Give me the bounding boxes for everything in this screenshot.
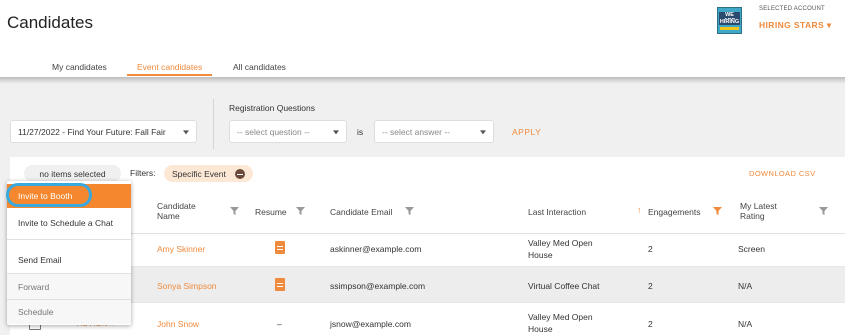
answer-select-placeholder: -- select answer --	[382, 126, 451, 137]
candidate-email: jsnow@example.com	[330, 319, 411, 329]
logo-bar	[720, 27, 739, 30]
engagements-count: 2	[648, 319, 653, 329]
last-interaction-line2: House	[528, 324, 553, 334]
column-header-last-interaction[interactable]: Last Interaction	[528, 207, 586, 217]
tab-my-candidates[interactable]: My candidates	[52, 62, 107, 72]
engagements-count: 2	[648, 281, 653, 291]
chevron-down-icon	[333, 129, 339, 134]
question-select-placeholder: -- select question --	[237, 126, 310, 137]
column-header-resume[interactable]: Resume	[255, 207, 287, 217]
column-header-engagements[interactable]: Engagements	[648, 207, 700, 217]
last-interaction-line1: Valley Med Open	[528, 312, 593, 322]
is-label: is	[357, 127, 364, 137]
candidate-email: askinner@example.com	[330, 244, 422, 254]
column-header-name-line2: Name	[157, 211, 180, 221]
row-divider	[10, 266, 845, 267]
menu-item-schedule[interactable]: Schedule	[7, 300, 131, 324]
resume-document-icon[interactable]	[275, 241, 285, 254]
selection-chip: no items selected	[24, 165, 121, 182]
resume-document-icon[interactable]	[275, 278, 285, 291]
menu-item-invite-to-schedule-chat[interactable]: Invite to Schedule a Chat	[7, 211, 131, 235]
menu-item-forward[interactable]: Forward	[7, 274, 131, 299]
download-csv-button[interactable]: DOWNLOAD CSV	[749, 169, 815, 178]
filter-divider	[213, 99, 214, 149]
logo-line-2: HIRING	[719, 19, 740, 25]
tab-all-candidates[interactable]: All candidates	[233, 62, 286, 72]
candidate-name-link[interactable]: Sonya Simpson	[157, 281, 217, 291]
answer-select[interactable]: -- select answer --	[374, 120, 494, 143]
account-switcher[interactable]: HIRING STARS ▾	[759, 20, 832, 31]
filter-funnel-icon[interactable]	[296, 207, 305, 215]
column-header-name[interactable]: Candidate Name	[157, 201, 196, 221]
tab-event-candidates[interactable]: Event candidates	[137, 62, 202, 72]
filters-label: Filters:	[130, 168, 156, 178]
last-interaction: Valley Med Open House	[528, 311, 593, 335]
column-header-email[interactable]: Candidate Email	[330, 207, 392, 217]
table-row-highlight	[10, 266, 845, 302]
latest-rating: N/A	[738, 319, 753, 329]
sort-ascending-icon[interactable]: ↑	[637, 205, 642, 215]
column-header-rating-line2: Rating	[740, 211, 765, 221]
candidates-table-panel	[10, 157, 845, 335]
remove-filter-icon[interactable]	[235, 169, 245, 179]
engagements-count: 2	[648, 244, 653, 254]
table-header-divider	[10, 233, 845, 234]
last-interaction: Virtual Coffee Chat	[528, 281, 600, 291]
filter-funnel-icon[interactable]	[819, 207, 828, 215]
column-header-rating-line1: My Latest	[740, 201, 777, 211]
question-select[interactable]: -- select question --	[229, 120, 347, 143]
column-header-name-line1: Candidate	[157, 201, 196, 211]
filter-funnel-icon[interactable]	[713, 207, 722, 215]
hiring-logo: WE ARE HIRING	[717, 7, 742, 34]
page-title: Candidates	[7, 13, 94, 32]
filter-funnel-icon[interactable]	[405, 207, 414, 215]
active-tab-indicator	[127, 74, 212, 76]
last-interaction-line1: Valley Med Open	[528, 238, 593, 248]
event-select-value: 11/27/2022 - Find Your Future: Fall Fair	[18, 126, 166, 137]
focus-highlight-ring	[6, 183, 92, 207]
candidate-name-link[interactable]: John Snow	[157, 319, 199, 329]
menu-divider	[7, 239, 131, 240]
candidate-email: ssimpson@example.com	[330, 281, 426, 291]
last-interaction-line2: House	[528, 250, 553, 260]
chevron-down-icon	[183, 129, 189, 134]
account-label: SELECTED ACCOUNT	[759, 6, 825, 12]
filter-funnel-icon[interactable]	[230, 207, 239, 215]
last-interaction: Valley Med Open House	[528, 237, 593, 261]
resume-empty: –	[277, 319, 282, 329]
candidate-name-link[interactable]: Amy Skinner	[157, 244, 205, 254]
registration-questions-label: Registration Questions	[229, 103, 315, 113]
column-header-rating[interactable]: My Latest Rating	[740, 201, 777, 221]
header-shadow	[0, 77, 845, 84]
filter-tag-label: Specific Event	[172, 168, 226, 179]
menu-item-send-email[interactable]: Send Email	[7, 248, 131, 272]
chevron-down-icon	[480, 129, 486, 134]
event-select[interactable]: 11/27/2022 - Find Your Future: Fall Fair	[10, 120, 197, 143]
apply-button[interactable]: APPLY	[512, 127, 541, 137]
latest-rating: N/A	[738, 281, 753, 291]
row-divider	[10, 302, 845, 303]
latest-rating: Screen	[738, 244, 765, 254]
